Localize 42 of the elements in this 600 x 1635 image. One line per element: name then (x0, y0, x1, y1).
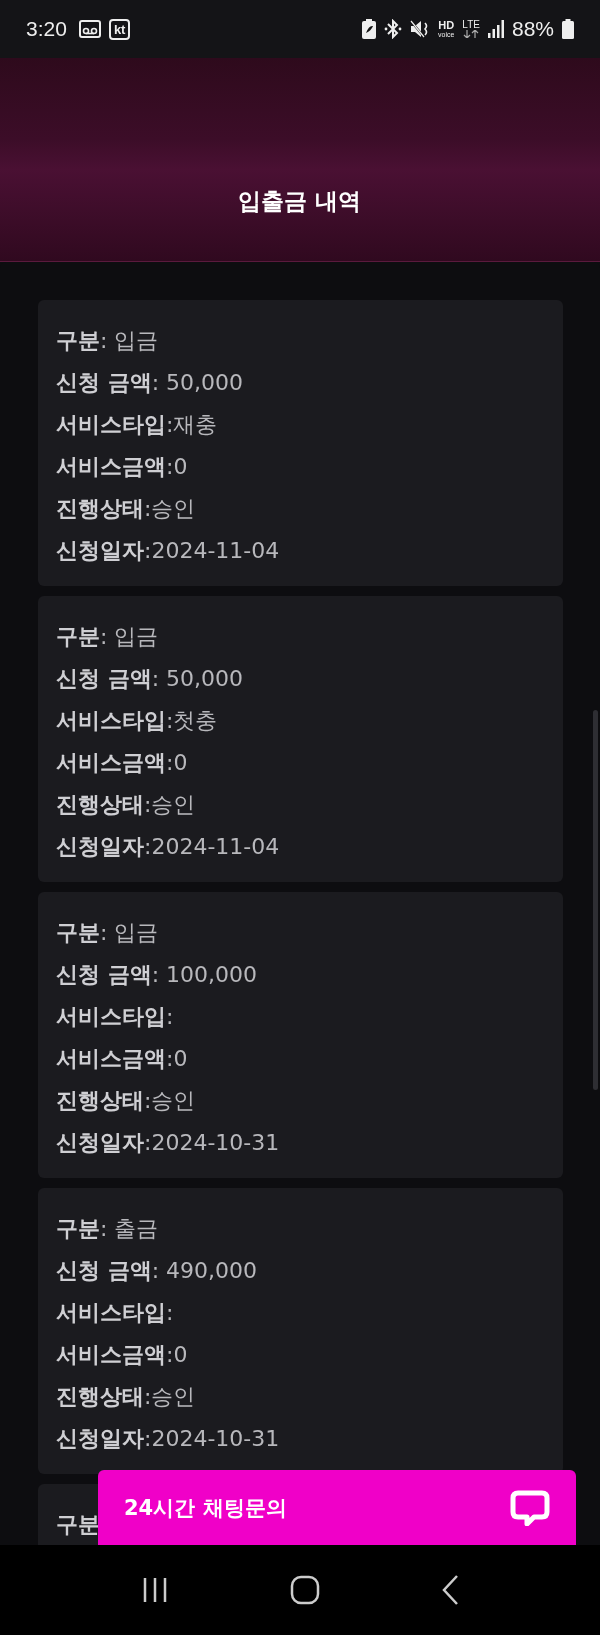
record-field: 구분: 입금 (56, 320, 159, 362)
back-icon[interactable] (441, 1574, 460, 1606)
mute-icon (410, 19, 430, 39)
hd-label: HD (438, 20, 455, 31)
chat-bubble-icon (510, 1489, 550, 1526)
record-field: 서비스금액:0 (56, 1038, 188, 1080)
record-field: 구분: 입금 (56, 912, 159, 954)
record-field: 서비스타입:첫충 (56, 700, 218, 742)
battery-percent: 88% (511, 17, 554, 41)
record-field: 진행상태:승인 (56, 1080, 196, 1122)
battery-icon (562, 19, 574, 39)
record-field: 신청일자:2024-10-31 (56, 1122, 280, 1164)
signal-icon (487, 20, 504, 38)
page-title: 입출금 내역 (238, 187, 362, 216)
record-field: 진행상태:승인 (56, 488, 196, 530)
record-field: 서비스타입: (56, 1292, 174, 1334)
battery-saver-icon (362, 19, 376, 39)
record-field: 구분 (56, 1504, 100, 1545)
record-field: 진행상태:승인 (56, 784, 196, 826)
record-field: 서비스금액:0 (56, 446, 188, 488)
record-field: 서비스타입: (56, 996, 174, 1038)
record-field: 신청 금액: 490,000 (56, 1250, 258, 1292)
voicemail-icon (78, 20, 101, 38)
record-field: 신청일자:2024-11-04 (56, 530, 280, 572)
record-field: 신청 금액: 100,000 (56, 954, 258, 996)
data-arrows-icon (463, 30, 480, 38)
record-field: 서비스타입:재충 (56, 404, 218, 446)
record-field: 구분: 입금 (56, 616, 159, 658)
record-field: 신청일자:2024-11-04 (56, 826, 280, 868)
record-field: 서비스금액:0 (56, 742, 188, 784)
status-time: 3:20 (26, 17, 67, 41)
record-field: 신청 금액: 50,000 (56, 658, 244, 700)
network-label: LTE (462, 20, 480, 30)
chat-button[interactable]: 24시간 채팅문의 (98, 1470, 576, 1545)
record-field: 신청일자:2024-10-31 (56, 1418, 280, 1460)
carrier-badge: kt (108, 18, 131, 40)
record-field: 진행상태:승인 (56, 1376, 196, 1418)
record-field: 구분: 출금 (56, 1208, 159, 1250)
record-field: 서비스금액:0 (56, 1334, 188, 1376)
bluetooth-icon (384, 19, 402, 39)
home-icon[interactable] (290, 1575, 320, 1605)
record-field: 신청 금액: 50,000 (56, 362, 244, 404)
